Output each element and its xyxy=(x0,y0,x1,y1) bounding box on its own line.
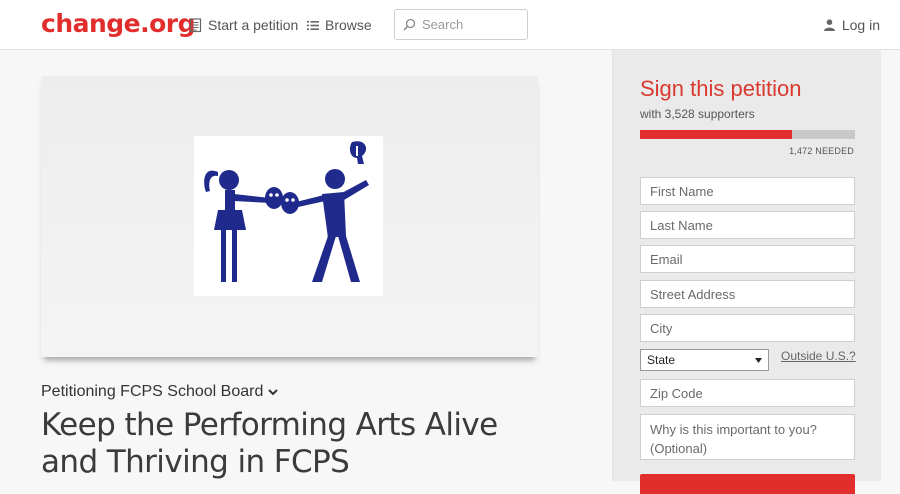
browse-link[interactable]: Browse xyxy=(307,17,372,33)
user-icon xyxy=(823,19,835,31)
petition-target-label: Petitioning FCPS School Board xyxy=(41,383,264,400)
signatures-needed: 1,472 NEEDED xyxy=(789,146,854,156)
start-petition-link[interactable]: Start a petition xyxy=(189,17,298,33)
email-field[interactable] xyxy=(640,245,855,273)
performing-arts-figures-illustration xyxy=(204,141,369,282)
reason-textarea[interactable] xyxy=(640,414,855,460)
chevron-down-icon xyxy=(268,388,279,395)
login-label: Log in xyxy=(841,17,880,33)
state-select[interactable]: State xyxy=(640,349,769,371)
top-navigation-bar: change.org Start a petition Browse Searc… xyxy=(0,0,900,50)
last-name-field[interactable] xyxy=(640,211,855,239)
browse-label: Browse xyxy=(325,17,372,33)
supporters-count: with 3,528 supporters xyxy=(640,107,755,121)
login-link[interactable]: Log in xyxy=(823,17,880,33)
search-input[interactable] xyxy=(422,17,522,32)
signature-progress-fill xyxy=(640,130,792,139)
sign-petition-heading: Sign this petition xyxy=(640,76,802,101)
caret-down-icon xyxy=(755,357,762,363)
state-select-value: State xyxy=(647,353,676,367)
sign-petition-panel: Sign this petition with 3,528 supporters… xyxy=(612,50,881,494)
list-icon xyxy=(307,20,319,30)
street-address-field[interactable] xyxy=(640,280,855,308)
search-icon xyxy=(403,18,416,31)
petition-media xyxy=(41,76,538,357)
document-icon xyxy=(189,17,202,32)
change-org-logo[interactable]: change.org xyxy=(41,9,196,38)
petition-title: Keep the Performing Arts Alive and Thriv… xyxy=(41,407,498,480)
petition-target[interactable]: Petitioning FCPS School Board xyxy=(41,383,279,401)
search-box[interactable] xyxy=(394,9,528,40)
zip-code-field[interactable] xyxy=(640,379,855,407)
first-name-field[interactable] xyxy=(640,177,855,205)
start-petition-label: Start a petition xyxy=(208,17,299,33)
performing-arts-logo-image xyxy=(194,136,383,296)
sign-button[interactable] xyxy=(640,474,855,494)
city-field[interactable] xyxy=(640,314,855,342)
outside-us-link[interactable]: Outside U.S.? xyxy=(781,349,856,363)
signature-progress-bar xyxy=(640,130,855,139)
